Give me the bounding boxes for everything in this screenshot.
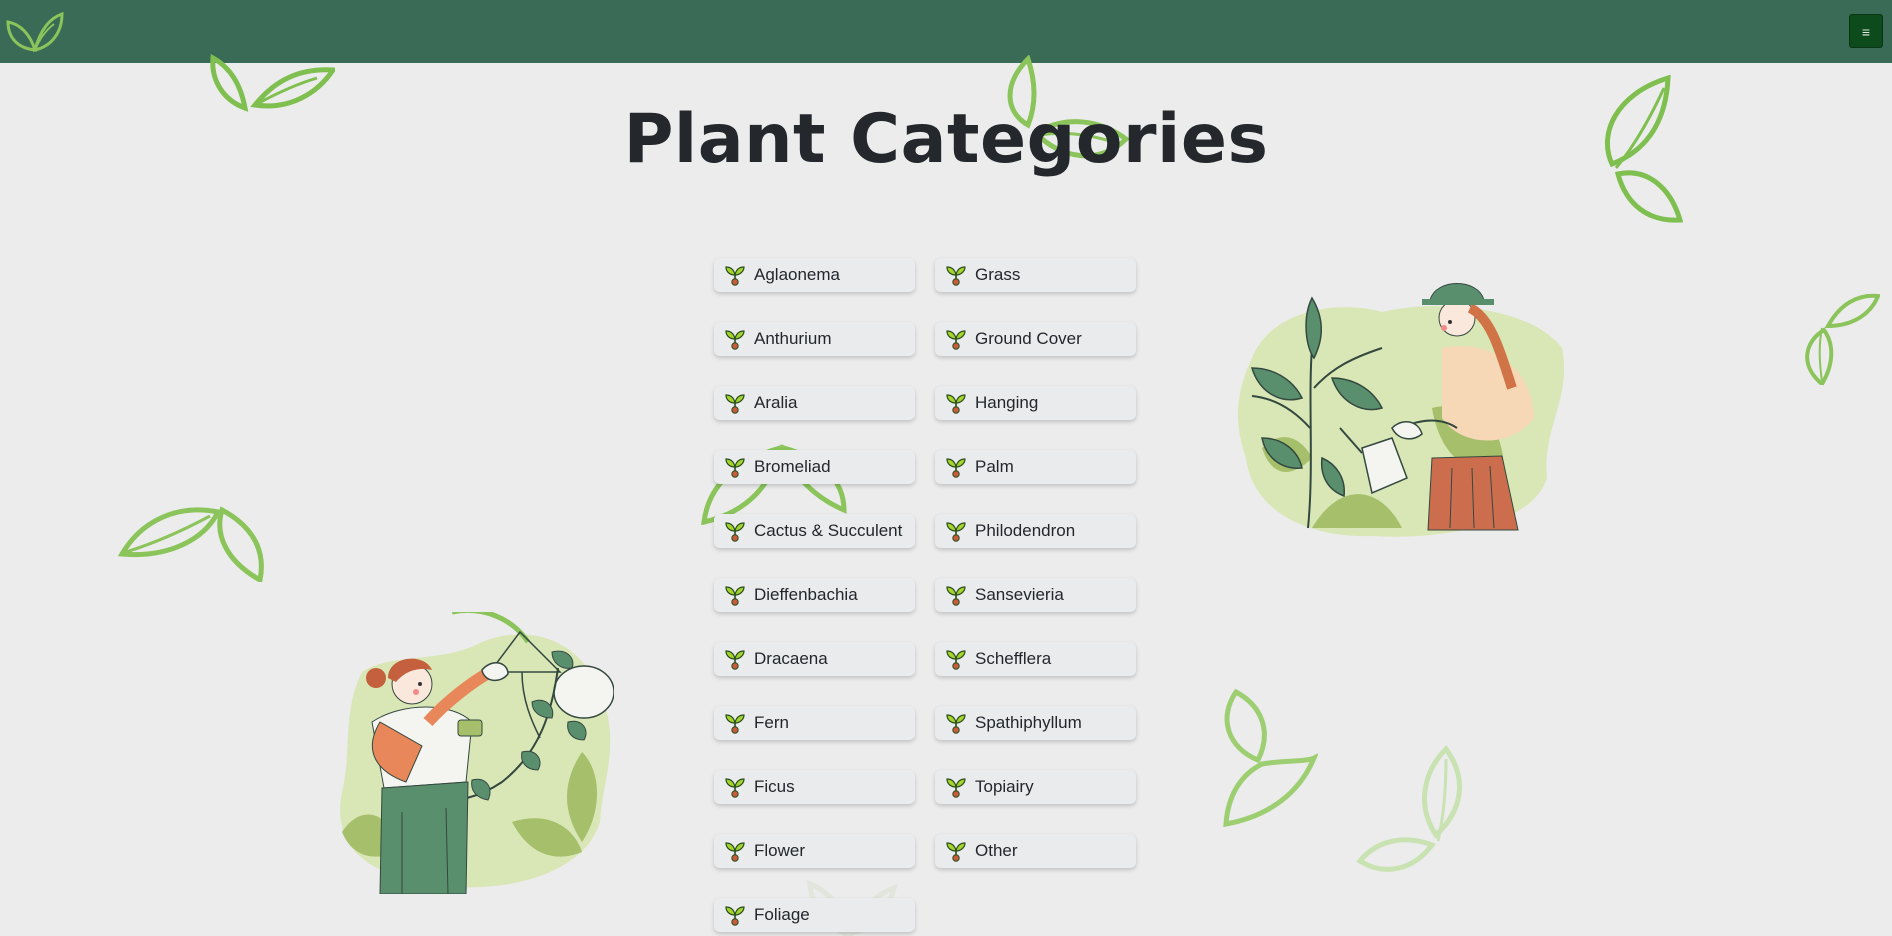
category-item[interactable]: Flower: [714, 834, 915, 868]
sprout-icon: [725, 650, 745, 670]
sprout-icon: [946, 458, 966, 478]
category-label: Grass: [975, 265, 1021, 284]
category-label: Dieffenbachia: [754, 585, 858, 604]
category-label: Cactus & Succulent: [754, 521, 903, 540]
leaf-logo-icon[interactable]: [6, 10, 64, 52]
category-item[interactable]: Ficus: [714, 770, 915, 804]
watering-plant-illustration: [1238, 283, 1565, 537]
sprout-icon: [725, 906, 745, 926]
category-item[interactable]: Topiairy: [935, 770, 1136, 804]
category-item[interactable]: Fern: [714, 706, 915, 740]
category-label: Schefflera: [975, 649, 1052, 668]
category-item[interactable]: Aglaonema: [714, 258, 915, 292]
sprout-icon: [725, 458, 745, 478]
category-item[interactable]: Hanging: [935, 386, 1136, 420]
category-label: Sansevieria: [975, 585, 1064, 604]
decorative-leaf-icon: [1356, 745, 1462, 872]
sprout-icon: [946, 842, 966, 862]
sprout-icon: [725, 842, 745, 862]
category-item[interactable]: Cactus & Succulent: [714, 514, 915, 548]
category-item[interactable]: Schefflera: [935, 642, 1136, 676]
category-item[interactable]: Grass: [935, 258, 1136, 292]
category-label: Flower: [754, 841, 806, 860]
category-label: Foliage: [754, 905, 810, 924]
sprout-icon: [946, 522, 966, 542]
sprout-icon: [946, 330, 966, 350]
sprout-icon: [946, 266, 966, 286]
category-item[interactable]: Ground Cover: [935, 322, 1136, 356]
category-item[interactable]: Other: [935, 834, 1136, 868]
page-title: Plant Categories: [623, 100, 1269, 179]
category-label: Philodendron: [975, 521, 1076, 540]
sprout-icon: [725, 586, 745, 606]
sprout-icon: [725, 522, 745, 542]
sprout-icon: [725, 714, 745, 734]
category-label: Palm: [975, 457, 1014, 476]
sprout-icon: [725, 330, 745, 350]
category-label: Fern: [754, 713, 789, 732]
sprout-icon: [725, 266, 745, 286]
decorative-leaf-icon: [1805, 293, 1880, 385]
category-item[interactable]: Philodendron: [935, 514, 1136, 548]
decorative-leaf-icon: [1223, 688, 1318, 828]
category-label: Topiairy: [975, 777, 1034, 796]
menu-toggle-button[interactable]: ≡: [1849, 14, 1883, 48]
category-item[interactable]: Dieffenbachia: [714, 578, 915, 612]
category-label: Spathiphyllum: [975, 713, 1082, 732]
category-item[interactable]: Aralia: [714, 386, 915, 420]
sprout-icon: [946, 650, 966, 670]
category-item[interactable]: Palm: [935, 450, 1136, 484]
sprout-icon: [946, 714, 966, 734]
hanging-plant-illustration: [340, 612, 614, 894]
category-label: Bromeliad: [754, 457, 831, 476]
sprout-icon: [946, 394, 966, 414]
category-label: Ground Cover: [975, 329, 1082, 348]
category-label: Aglaonema: [754, 265, 841, 284]
category-grid: Aglaonema Grass Anthurium Ground Cover Arali…: [714, 258, 1136, 932]
category-label: Ficus: [754, 777, 795, 796]
sprout-icon: [946, 586, 966, 606]
category-label: Other: [975, 841, 1018, 860]
category-item[interactable]: Sansevieria: [935, 578, 1136, 612]
decorative-leaf-icon: [118, 506, 264, 582]
sprout-icon: [725, 394, 745, 414]
category-item[interactable]: Dracaena: [714, 642, 915, 676]
category-label: Dracaena: [754, 649, 828, 668]
category-item[interactable]: Anthurium: [714, 322, 915, 356]
category-item[interactable]: Bromeliad: [714, 450, 915, 484]
category-label: Hanging: [975, 393, 1039, 412]
sprout-icon: [725, 778, 745, 798]
category-item[interactable]: Foliage: [714, 898, 915, 932]
sprout-icon: [946, 778, 966, 798]
category-label: Aralia: [754, 393, 798, 412]
category-item[interactable]: Spathiphyllum: [935, 706, 1136, 740]
category-label: Anthurium: [754, 329, 832, 348]
